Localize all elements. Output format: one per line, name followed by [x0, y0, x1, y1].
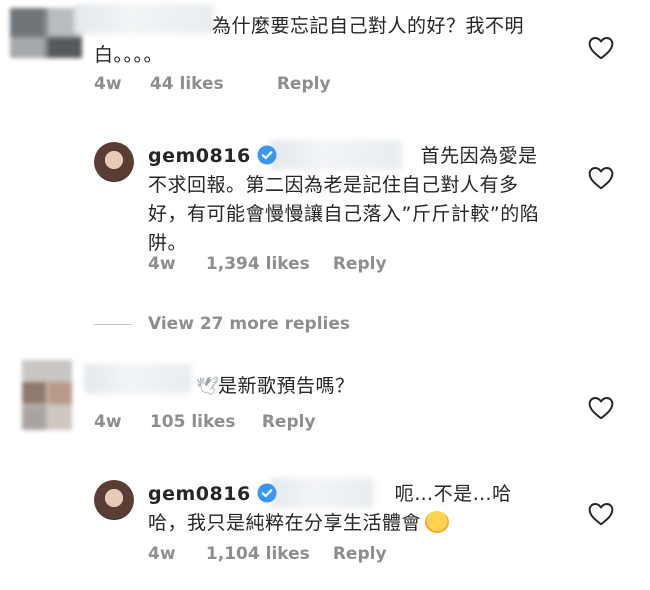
dove-emoji-icon: 🕊 — [196, 376, 220, 397]
verified-badge-icon — [257, 145, 277, 165]
reply-button[interactable]: Reply — [333, 544, 387, 564]
blurred-avatar[interactable] — [22, 360, 72, 430]
heart-outline-icon[interactable] — [588, 396, 614, 420]
comment-text: gem0816 首先因為愛是不求回報。第二因為老是記住自己對人有多好，有可能會慢… — [148, 142, 548, 258]
avatar[interactable] — [94, 142, 134, 182]
divider-line — [94, 323, 132, 325]
reply-button[interactable]: Reply — [262, 412, 316, 432]
comment-text: 🕊是新歌預告嗎？ — [196, 372, 496, 401]
comment-time: 4w — [94, 412, 122, 432]
heart-outline-icon[interactable] — [588, 166, 614, 190]
heart-outline-icon[interactable] — [588, 36, 614, 60]
avatar[interactable] — [94, 480, 134, 520]
comment-likes[interactable]: 1,104 likes — [206, 544, 327, 564]
comment-meta: 4w 1,394 likes Reply — [148, 254, 387, 274]
reply-button[interactable]: Reply — [333, 254, 387, 274]
comment-likes[interactable]: 44 likes — [150, 74, 271, 94]
comment-likes[interactable]: 105 likes — [150, 412, 256, 432]
hugging-face-emoji-icon — [425, 511, 450, 533]
comment-time: 4w — [148, 544, 176, 564]
username[interactable]: gem0816 — [148, 145, 251, 167]
blurred-avatar[interactable] — [10, 8, 82, 58]
username[interactable]: gem0816 — [148, 483, 251, 505]
comment-time: 4w — [94, 74, 122, 94]
comment-text: 為什麼要忘記自己對人的好？我不明白。。。。 — [94, 15, 525, 66]
comment-body: 是新歌預告嗎？ — [218, 375, 355, 397]
comment-time: 4w — [148, 254, 176, 274]
comment-meta: 4w 105 likes Reply — [94, 412, 316, 432]
view-more-label: View 27 more replies — [148, 314, 351, 334]
comment-likes[interactable]: 1,394 likes — [206, 254, 327, 274]
reply-button[interactable]: Reply — [277, 74, 331, 94]
comment-text: gem0816 呃…不是…哈哈，我只是純粹在分享生活體會 — [148, 480, 548, 538]
view-more-replies[interactable]: View 27 more replies — [94, 314, 350, 334]
comment-meta: 4w 44 likes Reply — [94, 74, 331, 94]
comment-meta: 4w 1,104 likes Reply — [148, 544, 387, 564]
heart-outline-icon[interactable] — [588, 502, 614, 526]
blurred-username[interactable] — [84, 364, 192, 394]
verified-badge-icon — [257, 483, 277, 503]
